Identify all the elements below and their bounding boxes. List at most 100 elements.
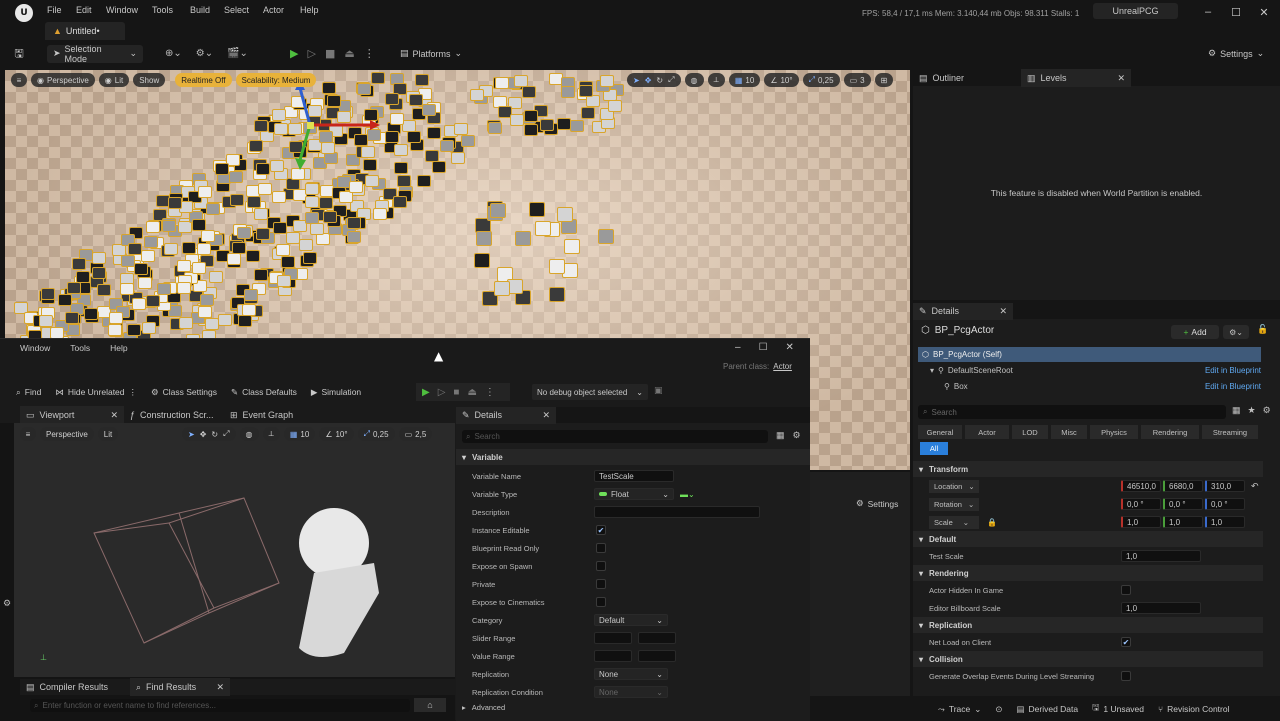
step-icon[interactable]: ▷ bbox=[438, 387, 446, 398]
property-dropdown[interactable]: Default ⌄ bbox=[594, 614, 668, 626]
unreal-logo-icon[interactable]: U bbox=[15, 4, 33, 22]
transform-section[interactable]: ▾ Transform bbox=[913, 461, 1263, 477]
add-component-button[interactable]: + Add bbox=[1171, 325, 1219, 339]
rendering-section[interactable]: ▾ Rendering bbox=[913, 565, 1263, 581]
level-tab[interactable]: ▲ Untitled• bbox=[45, 22, 125, 40]
gear-icon[interactable]: ⚙ bbox=[793, 430, 801, 441]
scale-lock-icon[interactable]: 🔒 bbox=[987, 518, 997, 527]
derived-data-button[interactable]: ▤ Derived Data bbox=[1016, 704, 1078, 715]
find-button[interactable]: ⌕ Find bbox=[16, 387, 41, 398]
location-x-input[interactable]: 46510,0 bbox=[1121, 480, 1161, 492]
overlap-events-checkbox[interactable] bbox=[1121, 671, 1131, 681]
variable-name-input[interactable]: TestScale bbox=[594, 470, 674, 482]
blueprint-options-button[interactable]: ⚙⌄ bbox=[1223, 325, 1249, 339]
platforms-button[interactable]: ▤ Platforms ⌄ bbox=[400, 48, 462, 59]
filter-actor[interactable]: Actor bbox=[965, 425, 1009, 439]
menu-help[interactable]: Help bbox=[300, 5, 319, 15]
bp-menu-help[interactable]: Help bbox=[110, 343, 127, 353]
close-tab-icon[interactable]: ✕ bbox=[110, 410, 118, 421]
maximize-button[interactable]: ☐ bbox=[1226, 4, 1246, 20]
range-max-input[interactable] bbox=[638, 650, 676, 662]
hamburger-icon[interactable]: ≡ bbox=[11, 73, 27, 87]
hidden-in-game-checkbox[interactable] bbox=[1121, 585, 1131, 595]
range-min-input[interactable] bbox=[594, 632, 632, 644]
selection-mode-button[interactable]: ➤ Selection Mode ⌄ bbox=[47, 44, 143, 64]
more-options-icon[interactable]: ⋮ bbox=[364, 47, 375, 60]
close-tab-icon[interactable]: ✕ bbox=[1117, 73, 1125, 84]
property-checkbox[interactable] bbox=[596, 579, 606, 589]
gear-icon[interactable]: ⚙ bbox=[3, 599, 11, 609]
container-type-icon[interactable]: ▬⌄ bbox=[680, 490, 695, 499]
property-checkbox[interactable]: ✔ bbox=[596, 525, 606, 535]
filter-physics[interactable]: Physics bbox=[1090, 425, 1138, 439]
bp-menu-tools[interactable]: Tools bbox=[70, 343, 90, 353]
component-box[interactable]: ⚲ Box Edit in Blueprint bbox=[918, 378, 1261, 394]
perspective-button[interactable]: ◉ Perspective bbox=[31, 73, 95, 87]
range-max-input[interactable] bbox=[638, 632, 676, 644]
world-space-icon[interactable]: ◍ bbox=[684, 73, 704, 87]
surface-snap-icon[interactable]: ⟂ bbox=[262, 427, 280, 441]
simulation-button[interactable]: ▶ Simulation bbox=[311, 387, 361, 398]
eject-icon[interactable]: ⏏ bbox=[467, 387, 476, 398]
unsaved-button[interactable]: 🖫 1 Unsaved bbox=[1092, 702, 1144, 716]
hamburger-icon[interactable]: ≡ bbox=[20, 427, 36, 441]
play-icon[interactable]: ▶ bbox=[290, 47, 298, 60]
billboard-scale-input[interactable]: 1,0 bbox=[1121, 602, 1201, 614]
menu-window[interactable]: Window bbox=[106, 5, 138, 15]
rotation-x-input[interactable]: 0,0 ° bbox=[1121, 498, 1161, 510]
minimize-button[interactable]: – bbox=[735, 342, 741, 353]
rotation-dropdown[interactable]: Rotation ⌄ bbox=[929, 497, 979, 511]
settings-button[interactable]: ⚙ Settings ⌄ bbox=[1208, 48, 1264, 59]
trace-button[interactable]: ⤳ Trace ⌄ bbox=[938, 704, 981, 715]
class-defaults-button[interactable]: ✎ Class Defaults bbox=[231, 387, 297, 398]
table-view-icon[interactable]: ▦ bbox=[776, 430, 785, 441]
maximize-button[interactable]: ☐ bbox=[759, 342, 768, 353]
bp-details-search-input[interactable]: ⌕ Search bbox=[462, 430, 768, 443]
net-load-checkbox[interactable]: ✔ bbox=[1121, 637, 1131, 647]
scalability-badge[interactable]: Scalability: Medium bbox=[235, 73, 317, 87]
menu-build[interactable]: Build bbox=[190, 5, 210, 15]
rotation-z-input[interactable]: 0,0 ° bbox=[1205, 498, 1245, 510]
variable-section[interactable]: ▾ Variable bbox=[456, 449, 810, 465]
move-mode-icon[interactable]: ✥ bbox=[645, 76, 652, 85]
grid-snap-button[interactable]: ▦ 10 bbox=[728, 73, 761, 87]
property-dropdown[interactable]: None ⌄ bbox=[594, 686, 668, 698]
close-tab-icon[interactable]: ✕ bbox=[999, 306, 1007, 317]
filter-general[interactable]: General bbox=[918, 425, 962, 439]
filter-misc[interactable]: Misc bbox=[1051, 425, 1087, 439]
grid-snap-button[interactable]: ▦ 10 bbox=[283, 427, 316, 441]
show-button[interactable]: Show bbox=[133, 73, 166, 87]
scale-x-input[interactable]: 1,0 bbox=[1121, 516, 1161, 528]
outliner-tab[interactable]: ▤ Outliner bbox=[913, 69, 1023, 87]
details-tab[interactable]: ✎ Details ✕ bbox=[913, 303, 1013, 320]
eject-icon[interactable]: ⏏ bbox=[344, 47, 354, 60]
tab-find-results[interactable]: ⌕ Find Results ✕ bbox=[130, 678, 230, 696]
edit-in-blueprint-link[interactable]: Edit in Blueprint bbox=[1205, 382, 1261, 391]
move-mode-icon[interactable]: ✥ bbox=[200, 430, 207, 439]
tab-construction-script[interactable]: ƒ Construction Scr... bbox=[124, 406, 224, 424]
advanced-section[interactable]: ▸ Advanced bbox=[462, 703, 505, 712]
more-options-icon[interactable]: ⋮ bbox=[485, 387, 495, 398]
save-icon[interactable]: 🖫 bbox=[12, 47, 26, 61]
property-checkbox[interactable] bbox=[596, 561, 606, 571]
step-icon[interactable]: ▷ bbox=[307, 47, 315, 60]
property-dropdown[interactable]: Float ⌄ bbox=[594, 488, 674, 500]
debug-object-dropdown[interactable]: No debug object selected ⌄ bbox=[532, 384, 648, 400]
blueprint-icon[interactable]: ⚙⌄ bbox=[196, 48, 213, 59]
bp-menu-window[interactable]: Window bbox=[20, 343, 50, 353]
filter-rendering[interactable]: Rendering bbox=[1141, 425, 1199, 439]
play-icon[interactable]: ▶ bbox=[422, 387, 430, 398]
filter-streaming[interactable]: Streaming bbox=[1202, 425, 1258, 439]
scale-mode-icon[interactable]: ⤢ bbox=[668, 75, 674, 85]
location-z-input[interactable]: 310,0 bbox=[1205, 480, 1245, 492]
tab-compiler-results[interactable]: ▤ Compiler Results bbox=[20, 678, 130, 696]
menu-tools[interactable]: Tools bbox=[152, 5, 173, 15]
mid-settings-button[interactable]: ⚙ Settings bbox=[856, 498, 898, 509]
debug-locate-icon[interactable]: ▣ bbox=[654, 386, 663, 396]
reset-icon[interactable]: ↶ bbox=[1251, 481, 1259, 492]
rotate-mode-icon[interactable]: ↻ bbox=[211, 430, 218, 439]
component-root[interactable]: ▾ ⚲ DefaultSceneRoot Edit in Blueprint bbox=[918, 362, 1261, 378]
filter-lod[interactable]: LOD bbox=[1012, 425, 1048, 439]
description-input[interactable] bbox=[594, 506, 760, 518]
tab-event-graph[interactable]: ⊞ Event Graph bbox=[224, 406, 324, 424]
